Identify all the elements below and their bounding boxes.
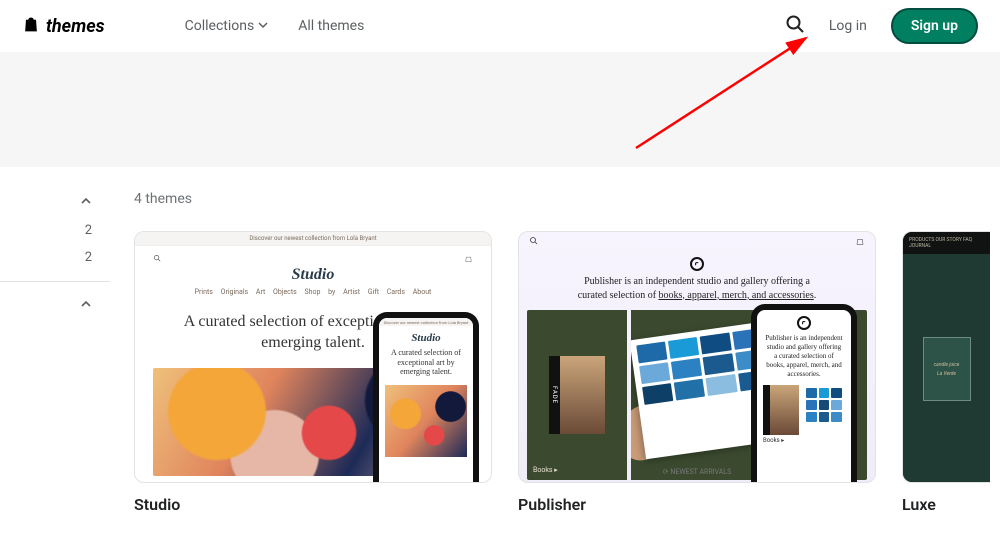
brand-logo[interactable]: themes (22, 15, 105, 38)
studio-announce-bar: Discover our newest collection from Lola… (135, 232, 491, 246)
studio-logo: Studio (153, 266, 473, 284)
studio-phone-overlay: Discover our newest collection from Lola… (373, 312, 479, 482)
theme-preview-luxe: PRODUCTS OUR STORY FAQ JOURNAL candle ju… (902, 231, 990, 483)
search-icon (529, 236, 539, 249)
filter-row-1[interactable]: 2 (0, 217, 110, 244)
login-link[interactable]: Log in (829, 18, 867, 34)
filter-row-expand-top[interactable] (0, 189, 110, 217)
brand-text: themes (46, 16, 105, 37)
publisher-logo-icon (690, 257, 704, 271)
search-icon (785, 14, 805, 38)
magazine-spine: FADE (549, 356, 560, 434)
signup-button[interactable]: Sign up (891, 8, 978, 44)
header-right: Log in Sign up (785, 8, 978, 44)
bag-icon (464, 254, 473, 266)
nav-all-themes[interactable]: All themes (298, 18, 364, 34)
nav-collections-label: Collections (185, 18, 255, 34)
luxe-book-line1: candle juice (934, 362, 960, 368)
theme-card-studio[interactable]: Discover our newest collection from Lola… (134, 231, 492, 514)
results-count: 4 themes (134, 191, 1000, 207)
publisher-left-panel: FADE Books ▸ (527, 310, 627, 480)
publisher-phone-overlay: Publisher is an independent studio and g… (751, 304, 857, 482)
theme-grid: Discover our newest collection from Lola… (134, 231, 1000, 514)
theme-title-luxe: Luxe (902, 495, 990, 514)
theme-preview-studio: Discover our newest collection from Lola… (134, 231, 492, 483)
primary-nav: Collections All themes (185, 18, 365, 34)
filter-sidebar: 2 2 (0, 167, 110, 514)
luxe-nav: PRODUCTS OUR STORY FAQ JOURNAL (903, 232, 990, 254)
theme-title-studio: Studio (134, 495, 492, 514)
nav-collections[interactable]: Collections (185, 18, 269, 34)
filter-row-2[interactable]: 2 (0, 244, 110, 271)
filter-row-expand-bottom[interactable] (0, 292, 110, 320)
bag-icon (855, 236, 865, 249)
content: 2 2 4 themes Discover our newest collect… (0, 167, 1000, 514)
chevron-down-icon (258, 18, 268, 34)
publisher-phone-logo-icon (797, 316, 811, 330)
magazine-image: FADE (549, 356, 605, 434)
studio-phone-art (385, 385, 467, 457)
filter-count-2: 2 (85, 250, 92, 265)
publisher-phone-swatch (803, 385, 845, 435)
theme-card-publisher[interactable]: Publisher is an independent studio and g… (518, 231, 876, 514)
publisher-phone-mag (763, 385, 799, 435)
publisher-phone-hero: Publisher is an independent studio and g… (757, 330, 851, 383)
bag-icon (22, 15, 40, 38)
studio-phone-logo: Studio (379, 332, 473, 344)
theme-card-luxe[interactable]: PRODUCTS OUR STORY FAQ JOURNAL candle ju… (902, 231, 990, 514)
chevron-up-icon (80, 195, 92, 211)
publisher-hero-text: Publisher is an independent studio and g… (519, 271, 875, 306)
results-main: 4 themes Discover our newest collection … (110, 167, 1000, 514)
nav-all-label: All themes (298, 18, 364, 34)
search-icon (153, 254, 162, 266)
hero-banner (0, 52, 1000, 167)
sidebar-divider (0, 281, 110, 282)
theme-preview-publisher: Publisher is an independent studio and g… (518, 231, 876, 483)
studio-phone-announce: Discover our newest collection from Lola… (379, 318, 473, 326)
studio-menu: Prints Originals Art Objects Shop by Art… (153, 288, 473, 296)
header: themes Collections All themes Log in Sig… (0, 0, 1000, 52)
luxe-book-line2: La Verde (937, 371, 956, 377)
filter-count-1: 2 (85, 223, 92, 238)
luxe-book-image: candle juice La Verde (923, 337, 971, 401)
search-button[interactable] (785, 16, 805, 36)
luxe-hero: candle juice La Verde (903, 254, 990, 483)
studio-phone-hero: A curated selection of exceptional art b… (379, 344, 473, 381)
chevron-up-icon (80, 298, 92, 314)
theme-title-publisher: Publisher (518, 495, 876, 514)
publisher-phone-label: Books ▸ (757, 435, 851, 446)
